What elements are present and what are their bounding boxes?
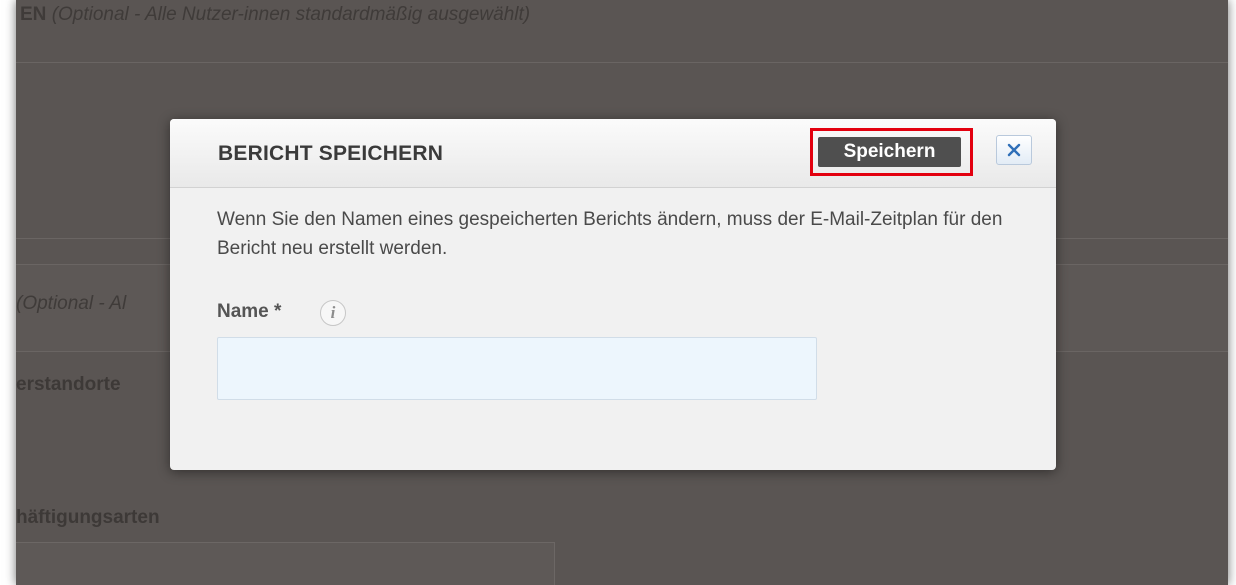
dialog-header: BERICHT SPEICHERN Speichern xyxy=(170,119,1056,188)
dialog-message: Wenn Sie den Namen eines gespeicherten B… xyxy=(217,209,1003,259)
background-label-locations: erstandorte xyxy=(16,374,121,395)
background-section-title-note: (Optional - Alle Nutzer-innen standardmä… xyxy=(51,4,531,25)
info-icon[interactable]: i xyxy=(320,300,346,326)
background-label-employment-types: häftigungsarten xyxy=(16,507,160,528)
dialog-title: BERICHT SPEICHERN xyxy=(218,142,444,165)
background-section-title-bold: EN xyxy=(20,4,47,25)
save-report-dialog: BERICHT SPEICHERN Speichern Wenn Sie den… xyxy=(170,119,1056,470)
close-icon xyxy=(1007,143,1021,157)
name-field-label: Name * xyxy=(217,301,282,322)
close-button[interactable] xyxy=(996,135,1032,165)
save-button[interactable]: Speichern xyxy=(818,137,961,167)
background-optional-text: (Optional - Al xyxy=(16,293,127,314)
background-select-field xyxy=(16,542,555,585)
background-divider xyxy=(16,62,1228,63)
save-button-highlight: Speichern xyxy=(810,128,973,176)
background-section-title: EN (Optional - Alle Nutzer-innen standar… xyxy=(20,4,530,26)
name-input[interactable] xyxy=(217,337,817,400)
